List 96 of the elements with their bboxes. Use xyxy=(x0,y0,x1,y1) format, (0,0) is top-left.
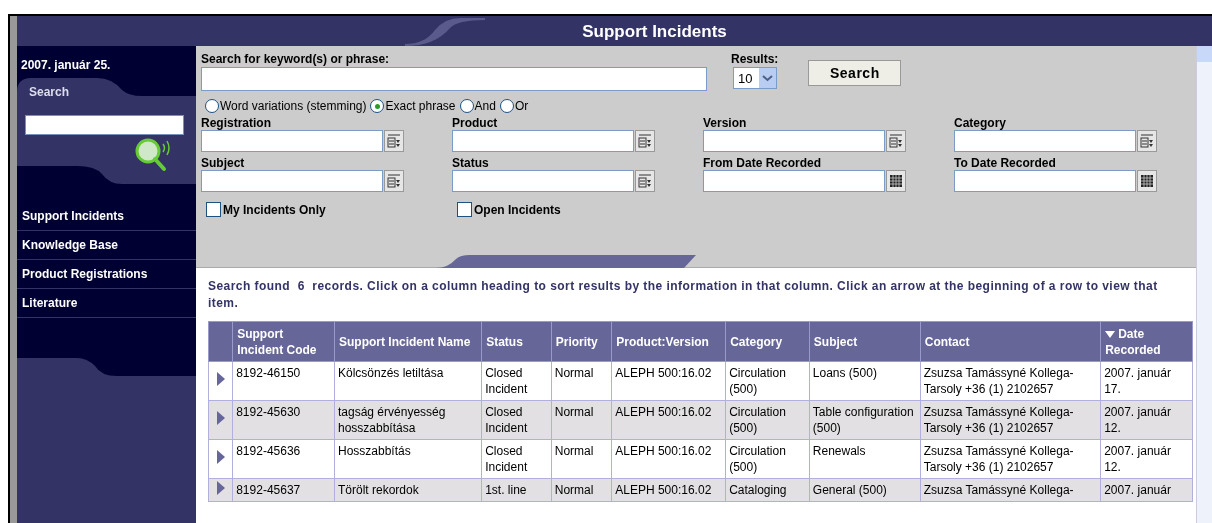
column-header[interactable]: Contact xyxy=(920,321,1101,362)
column-header[interactable]: Product:Version xyxy=(611,321,726,362)
table-cell: 8192-46150 xyxy=(232,361,335,401)
list-picker-icon[interactable] xyxy=(635,130,655,152)
search-button[interactable]: Search xyxy=(808,60,902,86)
scrollbar[interactable] xyxy=(1196,46,1212,523)
list-picker-icon[interactable] xyxy=(384,170,404,192)
radio-button[interactable] xyxy=(459,99,474,113)
text-field[interactable] xyxy=(452,130,634,152)
table-cell: 8192-45630 xyxy=(232,400,335,440)
checkbox-label: Open Incidents xyxy=(474,202,561,217)
results-summary: Search found 6 records. Click on a column heading to sort results by the information in that column. Click an arrow at the beginning of a row to view that item. xyxy=(208,278,1159,312)
table-cell: ALEPH 500:16.02 xyxy=(611,400,726,440)
row-arrow-icon[interactable] xyxy=(216,481,225,495)
table-cell: Zsuzsa Tamássyné Kollega-Tarsoly +36 (1) 2102657 xyxy=(920,361,1101,401)
text-field[interactable] xyxy=(452,170,634,192)
field-label: Search for keyword(s) or phrase: xyxy=(201,52,391,66)
checkbox-label: My Incidents Only xyxy=(223,202,326,217)
column-header[interactable]: Support Incident Code xyxy=(232,321,335,362)
table-cell: Zsuzsa Tamássyné Kollega-Tarsoly +36 (1) 2102657 xyxy=(920,400,1101,440)
column-header[interactable]: Date Recorded xyxy=(1100,321,1193,362)
field-label: From Date Recorded xyxy=(703,156,823,170)
table-cell: Circulation (500) xyxy=(725,400,810,440)
table-cell: Loans (500) xyxy=(809,361,921,401)
text-field[interactable] xyxy=(703,130,885,152)
column-header[interactable]: Subject xyxy=(809,321,921,362)
row-arrow-icon[interactable] xyxy=(216,450,225,464)
table-cell: Zsuzsa Tamássyné Kollega-Tarsoly +36 (1) 2102657 xyxy=(920,439,1101,479)
column-header[interactable]: Category xyxy=(725,321,810,362)
field-label: Version xyxy=(703,116,748,130)
checkbox[interactable] xyxy=(457,202,472,217)
calendar-icon[interactable] xyxy=(886,170,906,192)
table-cell: Renewals xyxy=(809,439,921,479)
page-title: Support Incidents xyxy=(582,22,727,42)
table-cell: Circulation (500) xyxy=(725,439,810,479)
checkbox-option[interactable]: Open Incidents xyxy=(457,202,708,217)
radio-label: And xyxy=(474,99,496,113)
table-cell: Circulation (500) xyxy=(725,361,810,401)
text-field[interactable] xyxy=(954,130,1136,152)
field-label: To Date Recorded xyxy=(954,156,1057,170)
field-label: Status xyxy=(452,156,490,170)
radio-button[interactable] xyxy=(370,99,385,113)
table-cell: Hosszabbítás xyxy=(334,439,482,479)
current-date: 2007. január 25. xyxy=(20,57,112,74)
header-cell xyxy=(208,321,233,362)
table-cell: ALEPH 500:16.02 xyxy=(611,439,726,479)
table-cell: Normal xyxy=(551,400,612,440)
field-label: Category xyxy=(954,116,1007,130)
table-cell: Closed Incident xyxy=(481,400,552,440)
radio-option[interactable]: Or xyxy=(499,99,529,113)
field-label: Subject xyxy=(201,156,246,170)
table-cell: Table configuration (500) xyxy=(809,400,921,440)
calendar-icon[interactable] xyxy=(1137,170,1157,192)
table-cell: 2007. január 17. xyxy=(1100,361,1193,401)
column-header[interactable]: Status xyxy=(481,321,552,362)
radio-option[interactable]: And xyxy=(459,99,496,113)
table-cell: tagság érvényesség hosszabbítása xyxy=(334,400,482,440)
text-field[interactable] xyxy=(954,170,1136,192)
radio-option[interactable]: Exact phrase xyxy=(370,99,456,113)
header-swoosh-icon xyxy=(405,18,485,46)
text-field[interactable] xyxy=(201,130,383,152)
list-picker-icon[interactable] xyxy=(1137,130,1157,152)
field-label: Registration xyxy=(201,116,272,130)
table-cell: Closed Incident xyxy=(481,361,552,401)
radio-label: Or xyxy=(514,99,529,113)
row-arrow-icon[interactable] xyxy=(216,372,225,386)
table-cell: Normal xyxy=(551,361,612,401)
radio-button[interactable] xyxy=(499,99,514,113)
list-picker-icon[interactable] xyxy=(886,130,906,152)
list-picker-icon[interactable] xyxy=(635,170,655,192)
text-field[interactable] xyxy=(201,170,383,192)
table-cell: 8192-45636 xyxy=(232,439,335,479)
table-cell: Closed Incident xyxy=(481,439,552,479)
column-header[interactable]: Support Incident Name xyxy=(334,321,482,362)
table-cell: Normal xyxy=(551,439,612,479)
field-label: Results: xyxy=(731,52,779,66)
row-arrow-icon[interactable] xyxy=(216,411,225,425)
radio-label: Exact phrase xyxy=(385,99,456,113)
table-cell: ALEPH 500:16.02 xyxy=(611,478,726,502)
radio-button[interactable] xyxy=(205,99,219,113)
table-cell: 2007. január 12. xyxy=(1100,400,1193,440)
checkbox[interactable] xyxy=(206,202,221,217)
table-cell: ALEPH 500:16.02 xyxy=(611,361,726,401)
table-cell: 2007. január 12. xyxy=(1100,439,1193,479)
list-picker-icon[interactable] xyxy=(384,130,404,152)
table-cell: Zsuzsa Tamássyné Kollega- xyxy=(920,478,1101,502)
text-field[interactable] xyxy=(703,170,885,192)
table-cell: Törölt rekordok xyxy=(334,478,482,502)
field-label: Product xyxy=(452,116,499,130)
table-cell: Kölcsönzés letiltása xyxy=(334,361,482,401)
search-tab[interactable]: Search xyxy=(29,85,70,99)
keyword-field[interactable] xyxy=(201,67,707,91)
checkbox-option[interactable]: My Incidents Only xyxy=(206,202,457,217)
sidebar-search-field[interactable] xyxy=(25,115,184,135)
results-dropdown[interactable]: 10 xyxy=(733,67,777,89)
column-header[interactable]: Priority xyxy=(551,321,612,362)
